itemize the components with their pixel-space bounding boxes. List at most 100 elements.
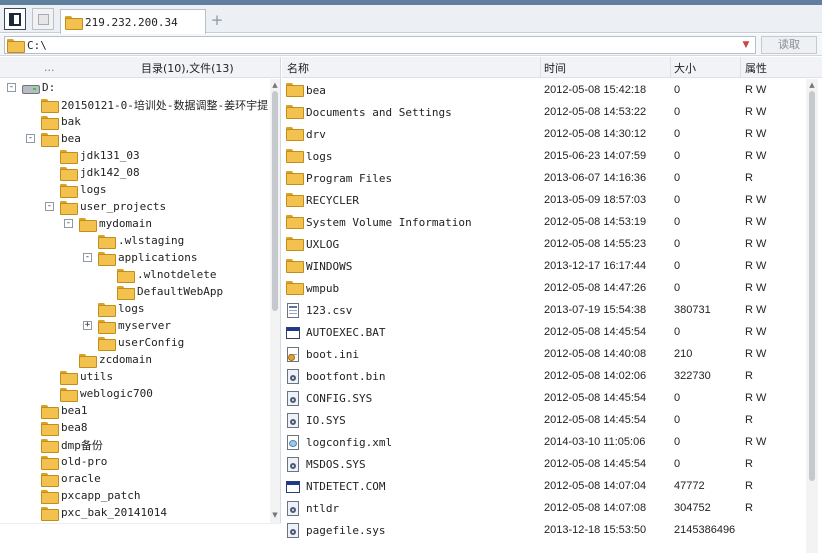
collapse-icon[interactable]: - [26,134,35,143]
collapse-icon[interactable]: - [7,83,16,92]
file-row[interactable]: Program Files 2013-06-07 14:16:36 0 R [282,167,806,189]
tree-item[interactable]: jdk131_03 [60,147,140,164]
file-row[interactable]: wmpub 2012-05-08 14:47:26 0 R W [282,277,806,299]
folder-icon [41,132,59,147]
file-row[interactable]: ntldr 2012-05-08 14:07:08 304752 R [282,497,806,519]
tree-item[interactable]: jdk142_08 [60,164,140,181]
file-time: 2012-05-08 14:30:12 [544,128,647,140]
tree-item[interactable]: 20150121-0-培训处-数据调整-姜环宇提 [41,96,268,113]
file-row[interactable]: Documents and Settings 2012-05-08 14:53:2… [282,101,806,123]
file-row[interactable]: NTDETECT.COM 2012-05-08 14:07:04 47772 R [282,475,806,497]
tree-item[interactable]: D: [22,79,55,96]
file-row[interactable]: IO.SYS 2012-05-08 14:45:54 0 R [282,409,806,431]
file-row[interactable]: System Volume Information 2012-05-08 14:5… [282,211,806,233]
tree-item[interactable]: utils [60,368,113,385]
column-time[interactable]: 时间 [544,60,566,76]
folder-icon [286,149,304,163]
collapse-icon[interactable]: - [83,253,92,262]
tree-item[interactable]: zcdomain [79,351,152,368]
file-size: 0 [674,414,681,426]
tab-remote-host[interactable]: 219.232.200.34 [60,9,206,34]
column-divider[interactable] [670,57,671,78]
file-time: 2012-05-08 14:02:06 [544,370,647,382]
tree-item[interactable]: bak [41,113,81,130]
blank-tab-button[interactable] [32,8,54,30]
tree-item[interactable]: .wlnotdelete [117,266,216,283]
folder-icon [98,319,116,334]
file-size: 47772 [674,480,705,492]
tree-item[interactable]: .wlstaging [98,232,184,249]
tree-item-label: user_projects [80,200,167,213]
tree-item[interactable]: bea [41,130,81,147]
tree-item[interactable]: oracle [41,470,101,487]
file-time: 2012-05-08 14:53:22 [544,106,647,118]
add-tab-button[interactable]: + [210,13,224,28]
tree-item[interactable]: bea8 [41,419,88,436]
file-list-scroll-thumb[interactable] [809,91,815,481]
file-size: 0 [674,326,681,338]
file-row[interactable]: WINDOWS 2013-12-17 16:17:44 0 R W [282,255,806,277]
column-size[interactable]: 大小 [674,60,696,76]
read-button[interactable]: 读取 [761,36,817,54]
tree-item[interactable]: myserver [98,317,171,334]
tree-item[interactable]: userConfig [98,334,184,351]
tree-item[interactable]: mydomain [79,215,152,232]
tree-item-label: bak [61,115,81,128]
file-time: 2014-03-10 11:05:06 [544,436,646,448]
scroll-down-icon[interactable]: ▼ [271,511,279,519]
tree-item[interactable]: pxc_bak_20141014 [41,504,167,521]
file-row[interactable]: bea 2012-05-08 15:42:18 0 R W [282,79,806,101]
file-row[interactable]: bootfont.bin 2012-05-08 14:02:06 322730 R [282,365,806,387]
file-row[interactable]: AUTOEXEC.BAT 2012-05-08 14:45:54 0 R W [282,321,806,343]
file-time: 2015-06-23 14:07:59 [544,150,647,162]
tree-item-label: bea [61,132,81,145]
file-row[interactable]: UXLOG 2012-05-08 14:55:23 0 R W [282,233,806,255]
expand-icon[interactable]: + [83,321,92,330]
file-row[interactable]: RECYCLER 2013-05-09 18:57:03 0 R W [282,189,806,211]
tree-item[interactable]: logs [60,181,107,198]
folder-icon [286,83,304,97]
tree-item[interactable]: applications [98,249,197,266]
file-row[interactable]: CONFIG.SYS 2012-05-08 14:45:54 0 R W [282,387,806,409]
tree-item[interactable]: logs [98,300,145,317]
folder-icon [98,302,116,317]
file-row[interactable]: pagefile.sys 2013-12-18 15:53:50 214538649… [282,519,806,541]
collapse-icon[interactable]: - [45,202,54,211]
parent-dir-link[interactable]: ... [44,61,55,74]
tree-item[interactable]: pxcapp_patch [41,487,140,504]
file-row[interactable]: drv 2012-05-08 14:30:12 0 R W [282,123,806,145]
tree-item[interactable]: old-pro [41,453,107,470]
file-row[interactable]: logs 2015-06-23 14:07:59 0 R W [282,145,806,167]
file-row[interactable]: boot.ini 2012-05-08 14:40:08 210 R W [282,343,806,365]
tree-item[interactable]: weblogic700 [60,385,153,402]
system-file-icon [286,369,300,385]
scroll-up-icon[interactable]: ▲ [271,81,279,89]
column-divider[interactable] [540,57,541,78]
text-file-icon [286,303,300,319]
file-row[interactable]: MSDOS.SYS 2012-05-08 14:45:54 0 R [282,453,806,475]
collapse-icon[interactable]: - [64,219,73,228]
tree-item[interactable]: bea1 [41,402,88,419]
path-input[interactable]: C:\ ▼ [4,36,756,54]
file-row[interactable]: 123.csv 2013-07-19 15:54:38 380731 R W [282,299,806,321]
tree-item[interactable]: dmp备份 [41,436,103,453]
tree-item[interactable]: user_projects [60,198,166,215]
folder-icon [7,39,25,53]
file-list-header: 名称 时间 大小 属性 [282,57,822,78]
column-divider[interactable] [740,57,741,78]
tree-item[interactable]: DefaultWebApp [117,283,223,300]
tree-summary: 目录(10),文件(13) [141,62,234,75]
tree-scroll-thumb[interactable] [272,91,278,311]
file-row[interactable]: logconfig.xml 2014-03-10 11:05:06 0 R W [282,431,806,453]
column-name[interactable]: 名称 [287,60,309,76]
column-attr[interactable]: 属性 [745,60,767,76]
toggle-panel-button[interactable] [4,8,26,30]
tree-scrollbar[interactable]: ▲ ▼ [270,79,280,523]
file-list-scrollbar[interactable]: ▲ [806,79,818,553]
file-name: 123.csv [306,304,353,317]
scroll-up-icon[interactable]: ▲ [808,81,816,89]
file-time: 2012-05-08 14:07:04 [544,480,647,492]
folder-icon [60,200,78,215]
chevron-down-icon[interactable]: ▼ [739,38,753,52]
system-file-icon [286,523,300,539]
